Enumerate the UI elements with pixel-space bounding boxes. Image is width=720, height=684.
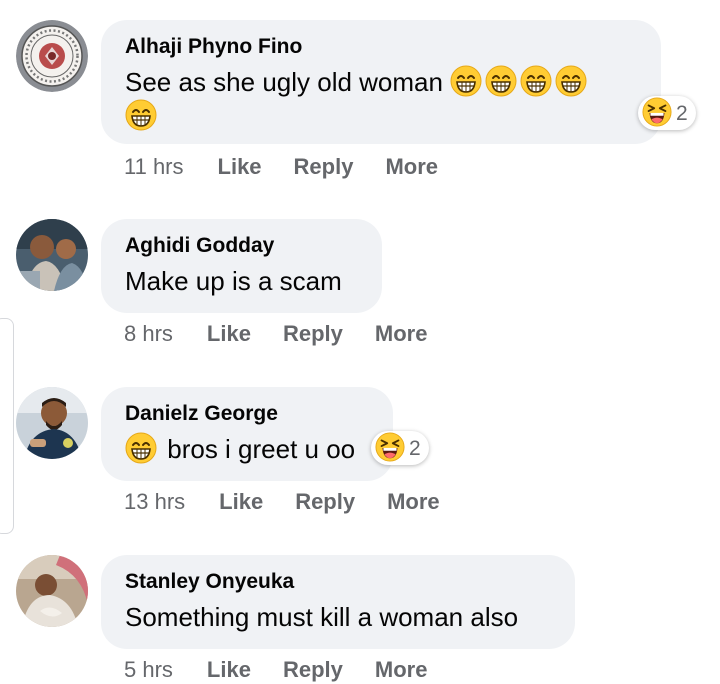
comment-timestamp[interactable]: 8 hrs	[124, 321, 173, 347]
photo-avatar	[16, 387, 88, 459]
reaction-badge[interactable]: 2	[371, 431, 429, 465]
avatar[interactable]	[16, 20, 88, 92]
more-button[interactable]: More	[375, 657, 428, 683]
comment-bubble[interactable]: Aghidi Godday Make up is a scam	[101, 219, 382, 313]
like-button[interactable]: Like	[218, 154, 262, 180]
grin-emoji-icon	[555, 65, 588, 97]
comment-bubble[interactable]: Alhaji Phyno Fino See as she ugly old wo…	[101, 20, 661, 144]
comment-text: bros i greet u oo	[125, 432, 371, 466]
left-panel-edge	[0, 318, 14, 534]
reaction-count: 2	[676, 102, 688, 125]
grin-emoji-icon	[485, 65, 518, 97]
comment-bubble[interactable]: Stanley Onyeuka Something must kill a wo…	[101, 555, 575, 649]
comment-actions: 13 hrs Like Reply More	[124, 489, 472, 515]
grin-emoji-icon	[520, 65, 553, 97]
grin-emoji-icon	[125, 99, 157, 131]
haha-reaction-icon	[642, 96, 672, 132]
comment-timestamp[interactable]: 5 hrs	[124, 657, 173, 683]
haha-reaction-icon	[375, 431, 405, 467]
grin-emoji-icon	[450, 65, 483, 97]
more-button[interactable]: More	[385, 154, 438, 180]
like-button[interactable]: Like	[207, 321, 251, 347]
like-button[interactable]: Like	[207, 657, 251, 683]
comment-author[interactable]: Stanley Onyeuka	[125, 569, 553, 595]
comment-author[interactable]: Aghidi Godday	[125, 233, 360, 259]
comment-timestamp[interactable]: 11 hrs	[124, 154, 184, 180]
more-button[interactable]: More	[375, 321, 428, 347]
avatar[interactable]	[16, 219, 88, 291]
comment-author[interactable]: Alhaji Phyno Fino	[125, 34, 639, 60]
reply-button[interactable]: Reply	[283, 321, 343, 347]
like-button[interactable]: Like	[219, 489, 263, 515]
comment-text-content: bros i greet u oo	[167, 434, 356, 464]
comment-bubble[interactable]: Danielz George bros i greet u oo	[101, 387, 393, 481]
reply-button[interactable]: Reply	[283, 657, 343, 683]
comment-actions: 8 hrs Like Reply More	[124, 321, 459, 347]
comment-text: Something must kill a woman also	[125, 602, 519, 632]
grin-emoji-icon	[125, 432, 157, 464]
reaction-badge[interactable]: 2	[638, 96, 696, 130]
comment-text: Make up is a scam	[125, 266, 342, 296]
comment-actions: 5 hrs Like Reply More	[124, 657, 459, 683]
more-button[interactable]: More	[387, 489, 440, 515]
seal-logo-avatar	[16, 20, 88, 92]
photo-avatar	[16, 219, 88, 291]
reply-button[interactable]: Reply	[295, 489, 355, 515]
photo-avatar	[16, 555, 88, 627]
reaction-count: 2	[409, 437, 421, 460]
avatar[interactable]	[16, 555, 88, 627]
reply-button[interactable]: Reply	[294, 154, 354, 180]
comment-timestamp[interactable]: 13 hrs	[124, 489, 185, 515]
comment-actions: 11 hrs Like Reply More	[124, 154, 470, 180]
comment-text-content: See as she ugly old woman	[125, 67, 443, 97]
comment-text: See as she ugly old woman	[125, 65, 639, 133]
avatar[interactable]	[16, 387, 88, 459]
comment-author[interactable]: Danielz George	[125, 401, 371, 427]
